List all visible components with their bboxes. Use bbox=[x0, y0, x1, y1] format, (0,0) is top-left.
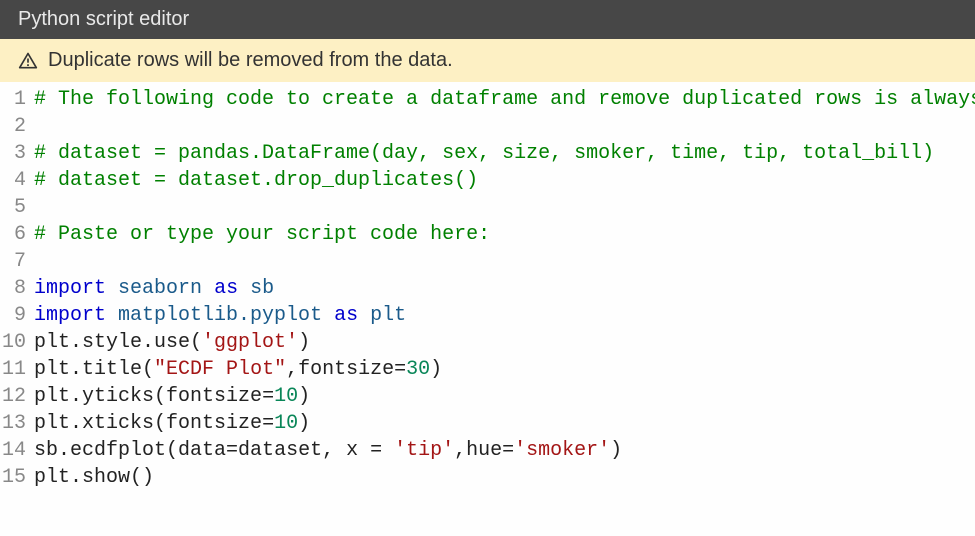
line-number: 12 bbox=[0, 383, 34, 410]
code-line: 8 import seaborn as sb bbox=[0, 275, 975, 302]
module-alias: sb bbox=[250, 277, 274, 300]
paren: ( bbox=[130, 466, 142, 489]
line-number: 7 bbox=[0, 248, 34, 275]
call-target: sb.ecdfplot bbox=[34, 439, 166, 462]
code-line: 14 sb.ecdfplot(data=dataset, x = 'tip',h… bbox=[0, 437, 975, 464]
string-literal: 'ggplot' bbox=[202, 331, 298, 354]
paren: ( bbox=[142, 358, 154, 381]
line-number: 1 bbox=[0, 86, 34, 113]
line-number: 11 bbox=[0, 356, 34, 383]
editor-header: Python script editor bbox=[0, 0, 975, 39]
code-line: 6 # Paste or type your script code here: bbox=[0, 221, 975, 248]
code-line: 12 plt.yticks(fontsize=10) bbox=[0, 383, 975, 410]
kwarg: fontsize= bbox=[166, 412, 274, 435]
code-line: 11 plt.title("ECDF Plot",fontsize=30) bbox=[0, 356, 975, 383]
code-line: 7 bbox=[0, 248, 975, 275]
kwarg: ,hue= bbox=[454, 439, 514, 462]
editor-title: Python script editor bbox=[18, 8, 189, 30]
code-line: 2 bbox=[0, 113, 975, 140]
line-number: 3 bbox=[0, 140, 34, 167]
line-number: 14 bbox=[0, 437, 34, 464]
paren: ) bbox=[610, 439, 622, 462]
paren: ) bbox=[298, 412, 310, 435]
line-number: 10 bbox=[0, 329, 34, 356]
keyword-import: import bbox=[34, 277, 106, 300]
paren: ( bbox=[166, 439, 178, 462]
string-literal: 'tip' bbox=[394, 439, 454, 462]
line-number: 6 bbox=[0, 221, 34, 248]
line-number: 8 bbox=[0, 275, 34, 302]
comment: # Paste or type your script code here: bbox=[34, 223, 490, 246]
paren: ( bbox=[190, 331, 202, 354]
keyword-as: as bbox=[214, 277, 238, 300]
kwarg: ,fontsize= bbox=[286, 358, 406, 381]
keyword-as: as bbox=[334, 304, 358, 327]
comment: # The following code to create a datafra… bbox=[34, 88, 975, 111]
code-editor[interactable]: 1 # The following code to create a dataf… bbox=[0, 82, 975, 491]
warning-text: Duplicate rows will be removed from the … bbox=[48, 49, 453, 72]
paren: ) bbox=[142, 466, 154, 489]
warning-bar: Duplicate rows will be removed from the … bbox=[0, 39, 975, 82]
comment: # dataset = dataset.drop_duplicates() bbox=[34, 169, 478, 192]
call-target: plt.title bbox=[34, 358, 142, 381]
string-literal: "ECDF Plot" bbox=[154, 358, 286, 381]
code-line: 5 bbox=[0, 194, 975, 221]
line-number: 2 bbox=[0, 113, 34, 140]
paren: ( bbox=[154, 385, 166, 408]
number: 30 bbox=[406, 358, 430, 381]
args: data=dataset, x = bbox=[178, 439, 394, 462]
paren: ) bbox=[430, 358, 442, 381]
call-target: plt.xticks bbox=[34, 412, 154, 435]
call-target: plt.show bbox=[34, 466, 130, 489]
line-number: 5 bbox=[0, 194, 34, 221]
code-line: 1 # The following code to create a dataf… bbox=[0, 86, 975, 113]
string-literal: 'smoker' bbox=[514, 439, 610, 462]
module-name: seaborn bbox=[118, 277, 202, 300]
comment: # dataset = pandas.DataFrame(day, sex, s… bbox=[34, 142, 934, 165]
code-line: 15 plt.show() bbox=[0, 464, 975, 491]
call-target: plt.yticks bbox=[34, 385, 154, 408]
paren: ) bbox=[298, 385, 310, 408]
code-line: 13 plt.xticks(fontsize=10) bbox=[0, 410, 975, 437]
code-line: 3 # dataset = pandas.DataFrame(day, sex,… bbox=[0, 140, 975, 167]
kwarg: fontsize= bbox=[166, 385, 274, 408]
code-line: 4 # dataset = dataset.drop_duplicates() bbox=[0, 167, 975, 194]
keyword-import: import bbox=[34, 304, 106, 327]
paren: ) bbox=[298, 331, 310, 354]
number: 10 bbox=[274, 385, 298, 408]
line-number: 13 bbox=[0, 410, 34, 437]
warning-triangle-icon bbox=[18, 49, 38, 72]
call-target: plt.style.use bbox=[34, 331, 190, 354]
paren: ( bbox=[154, 412, 166, 435]
module-alias: plt bbox=[370, 304, 406, 327]
code-line: 9 import matplotlib.pyplot as plt bbox=[0, 302, 975, 329]
line-number: 4 bbox=[0, 167, 34, 194]
number: 10 bbox=[274, 412, 298, 435]
module-name: matplotlib.pyplot bbox=[118, 304, 322, 327]
code-line: 10 plt.style.use('ggplot') bbox=[0, 329, 975, 356]
line-number: 9 bbox=[0, 302, 34, 329]
line-number: 15 bbox=[0, 464, 34, 491]
